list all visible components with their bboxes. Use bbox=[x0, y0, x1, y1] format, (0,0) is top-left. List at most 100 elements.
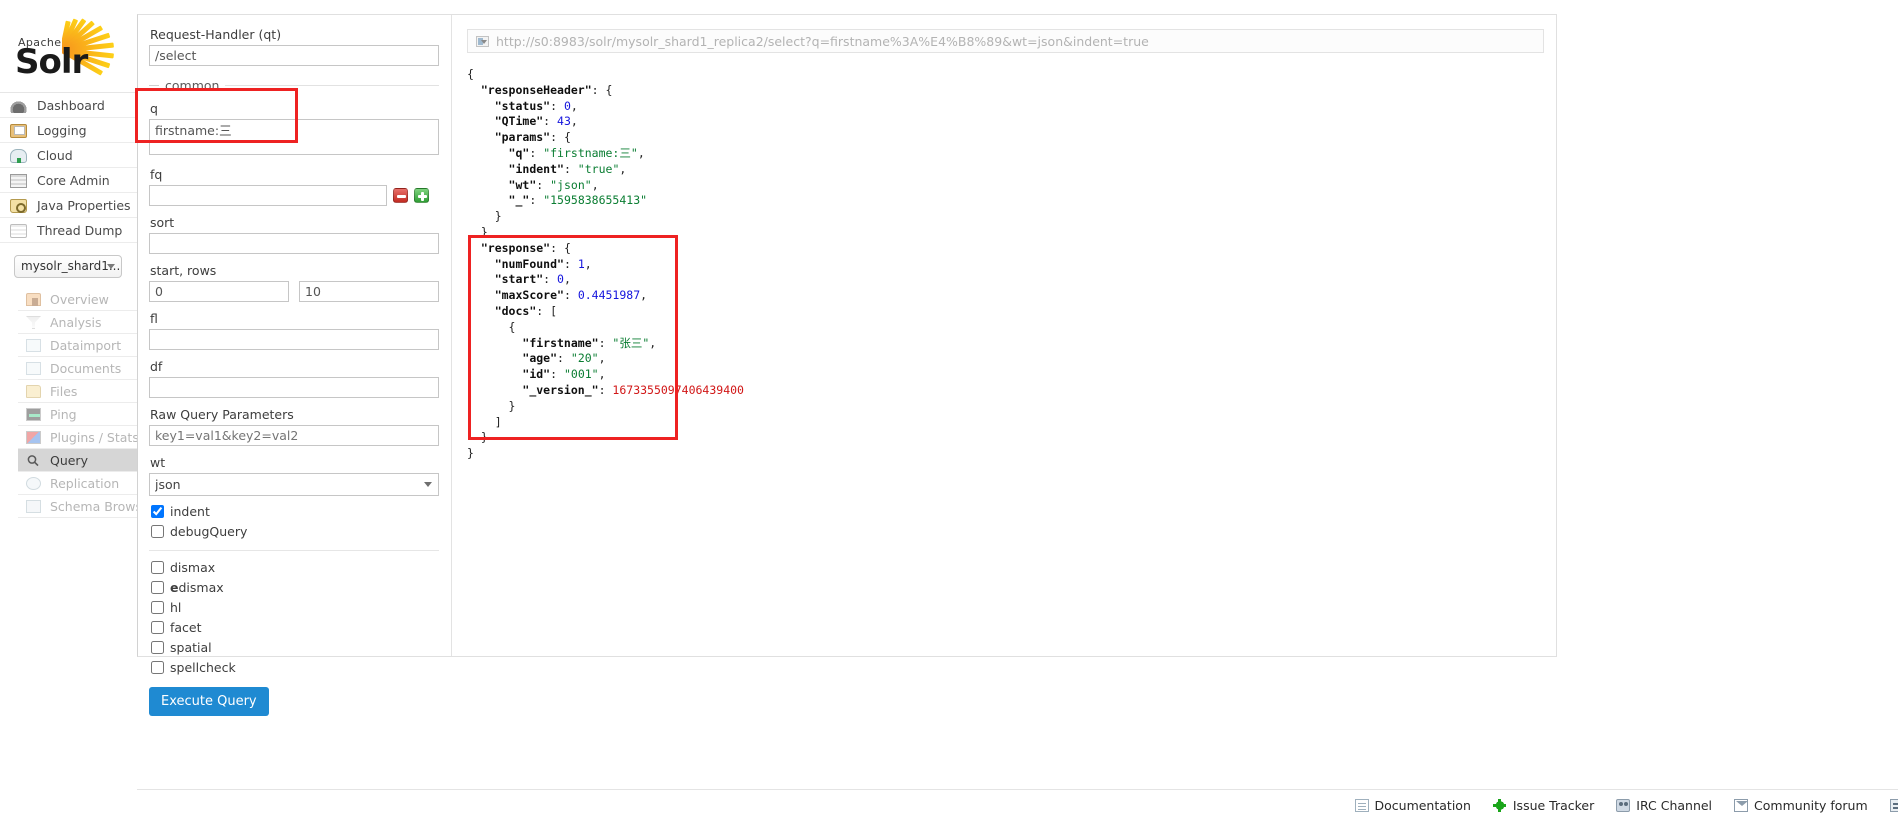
footer-link-issue-tracker[interactable]: Issue Tracker bbox=[1492, 798, 1594, 813]
json-value-maxscore: 0.4451987 bbox=[577, 288, 641, 303]
q-input[interactable]: firstname:三 bbox=[149, 119, 439, 155]
footer: Documentation Issue Tracker IRC Channel … bbox=[137, 789, 1898, 827]
edismax-label: edismax bbox=[170, 580, 224, 595]
plus-button[interactable] bbox=[414, 188, 429, 203]
footer-link-solr-query-syntax[interactable]: Solr Query Syntax bbox=[1889, 798, 1898, 813]
hl-row[interactable]: hl bbox=[149, 597, 439, 617]
sidebar-item-query[interactable]: Query bbox=[18, 449, 137, 472]
spellcheck-row[interactable]: spellcheck bbox=[149, 657, 439, 677]
core-selector[interactable]: mysolr_shard1... bbox=[14, 255, 122, 278]
java-properties-icon bbox=[10, 199, 27, 213]
core-selector-wrap: mysolr_shard1... bbox=[0, 243, 137, 288]
fq-row bbox=[149, 185, 439, 206]
start-rows-label: start, rows bbox=[150, 263, 217, 278]
request-handler-input[interactable] bbox=[149, 45, 439, 66]
indent-row[interactable]: indent bbox=[149, 501, 439, 521]
json-value-start: 0 bbox=[557, 272, 564, 287]
issue-tracker-icon bbox=[1492, 799, 1507, 812]
edismax-row[interactable]: edismax bbox=[149, 577, 439, 597]
sidebar-item-thread-dump[interactable]: Thread Dump bbox=[0, 218, 137, 243]
facet-row[interactable]: facet bbox=[149, 617, 439, 637]
fl-input[interactable] bbox=[149, 329, 439, 350]
sidebar-item-label: Dashboard bbox=[36, 98, 105, 113]
start-input[interactable] bbox=[149, 281, 289, 302]
sidebar-item-documents[interactable]: Documents bbox=[18, 357, 137, 380]
common-legend: common bbox=[149, 78, 439, 93]
sidebar-item-files[interactable]: Files bbox=[18, 380, 137, 403]
start-rows-row bbox=[149, 281, 439, 302]
debugquery-row[interactable]: debugQuery bbox=[149, 521, 439, 541]
sidebar-item-replication[interactable]: Replication bbox=[18, 472, 137, 495]
files-icon bbox=[26, 385, 41, 398]
fq-input[interactable] bbox=[149, 185, 387, 206]
query-form: Request-Handler (qt) common q firstname:… bbox=[135, 15, 452, 716]
sidebar-item-label: Ping bbox=[49, 407, 77, 422]
facet-checkbox[interactable] bbox=[151, 620, 164, 634]
indent-checkbox[interactable] bbox=[151, 504, 164, 518]
sidebar-item-label: Dataimport bbox=[49, 338, 122, 353]
df-input[interactable] bbox=[149, 377, 439, 398]
sidebar-item-analysis[interactable]: Analysis bbox=[18, 311, 137, 334]
json-response: { "responseHeader": { "status": 0, "QTim… bbox=[467, 67, 744, 461]
facet-label: facet bbox=[170, 619, 202, 635]
result-url-bar[interactable]: http://s0:8983/solr/mysolr_shard1_replic… bbox=[467, 29, 1544, 53]
logging-icon bbox=[10, 124, 27, 138]
dismax-row[interactable]: dismax bbox=[149, 557, 439, 577]
sidebar-item-label: Replication bbox=[49, 476, 120, 491]
json-value-doc-id: 001 bbox=[570, 367, 592, 382]
sidebar-item-label: Query bbox=[49, 453, 88, 468]
sidebar-item-core-admin[interactable]: Core Admin bbox=[0, 168, 137, 193]
footer-link-documentation[interactable]: Documentation bbox=[1354, 798, 1471, 813]
replication-icon bbox=[26, 477, 41, 490]
sidebar-item-dashboard[interactable]: Dashboard bbox=[0, 93, 137, 118]
main-nav: Dashboard Logging Cloud Core Admin Java … bbox=[0, 92, 137, 243]
minus-button[interactable] bbox=[393, 188, 408, 203]
footer-link-label: Documentation bbox=[1374, 798, 1471, 813]
rows-input[interactable] bbox=[299, 281, 439, 302]
sidebar-item-label: Cloud bbox=[36, 148, 73, 163]
sidebar-item-label: Java Properties bbox=[36, 198, 131, 213]
dismax-checkbox[interactable] bbox=[151, 560, 164, 574]
sidebar-item-schema-browser[interactable]: Schema Browser bbox=[18, 495, 155, 518]
json-key-response: "response" bbox=[480, 240, 551, 255]
sidebar-item-java-properties[interactable]: Java Properties bbox=[0, 193, 137, 218]
footer-link-community-forum[interactable]: Community forum bbox=[1734, 798, 1868, 813]
execute-query-button[interactable]: Execute Query bbox=[149, 687, 269, 716]
raw-query-parameters-input[interactable] bbox=[149, 425, 439, 446]
thread-dump-icon bbox=[10, 224, 27, 238]
wt-select-wrap: json bbox=[149, 473, 439, 496]
sidebar-item-ping[interactable]: Ping bbox=[18, 403, 137, 426]
sidebar-item-plugins-stats[interactable]: Plugins / Stats bbox=[18, 426, 139, 449]
analysis-icon bbox=[26, 316, 41, 329]
sidebar-item-overview[interactable]: Overview bbox=[18, 288, 137, 311]
chevron-down-icon bbox=[107, 264, 115, 269]
logo-solr-text: Solr bbox=[15, 42, 88, 82]
documentation-icon bbox=[1354, 799, 1369, 812]
json-value-numfound: 1 bbox=[577, 256, 585, 271]
edismax-checkbox[interactable] bbox=[151, 580, 164, 594]
sidebar-item-label: Plugins / Stats bbox=[49, 430, 139, 445]
solr-logo[interactable]: Apache Solr bbox=[0, 0, 137, 92]
spatial-checkbox[interactable] bbox=[151, 640, 164, 654]
schema-browser-icon bbox=[26, 500, 41, 513]
legend-dash bbox=[149, 85, 159, 86]
indent-label: indent bbox=[170, 503, 210, 519]
footer-link-irc-channel[interactable]: IRC Channel bbox=[1616, 798, 1712, 813]
spellcheck-checkbox[interactable] bbox=[151, 660, 164, 674]
json-value-doc-age: 20 bbox=[577, 351, 592, 366]
common-legend-label: common bbox=[165, 78, 220, 93]
sidebar-item-label: Documents bbox=[49, 361, 122, 376]
sidebar-item-dataimport[interactable]: Dataimport bbox=[18, 334, 137, 357]
json-value-qtime: 43 bbox=[557, 114, 571, 129]
spatial-label: spatial bbox=[170, 639, 212, 655]
sidebar-item-cloud[interactable]: Cloud bbox=[0, 143, 137, 168]
sort-input[interactable] bbox=[149, 233, 439, 254]
sidebar-item-logging[interactable]: Logging bbox=[0, 118, 137, 143]
spatial-row[interactable]: spatial bbox=[149, 637, 439, 657]
request-handler-label: Request-Handler (qt) bbox=[150, 27, 282, 42]
debugquery-checkbox[interactable] bbox=[151, 524, 164, 538]
hl-checkbox[interactable] bbox=[151, 600, 164, 614]
sidebar-item-label: Logging bbox=[36, 123, 87, 138]
json-value-doc-firstname: 张三 bbox=[619, 335, 643, 350]
wt-select[interactable]: json bbox=[149, 473, 439, 496]
